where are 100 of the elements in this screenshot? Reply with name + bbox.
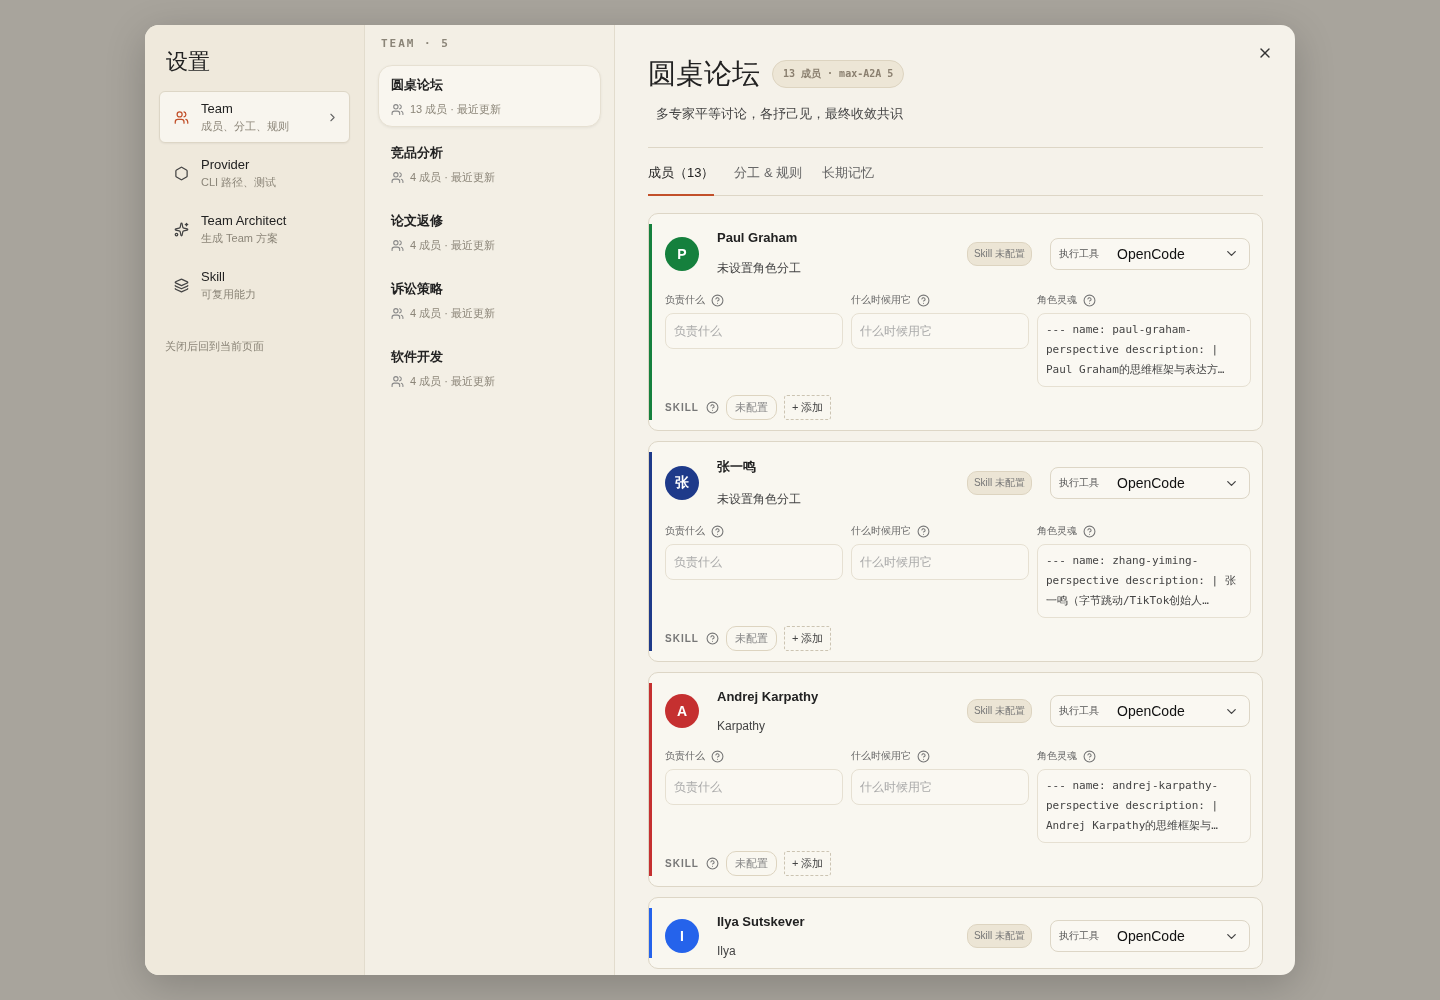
input-field[interactable]: 什么时候用它 [851, 769, 1029, 805]
tab[interactable]: 成员（13） [648, 164, 715, 196]
avatar: I [665, 919, 699, 953]
add-skill-button[interactable]: + 添加 [783, 626, 832, 651]
help-icon[interactable] [917, 524, 930, 538]
skill-label: SKILL [665, 402, 699, 413]
team-meta: 13 成员 · 最近更新 [410, 102, 502, 117]
users-icon [391, 239, 404, 252]
nav-label: Team [201, 100, 234, 116]
settings-title: 设置 [166, 48, 211, 76]
help-icon[interactable] [917, 293, 930, 307]
help-icon[interactable] [917, 749, 930, 763]
field-label: 什么时候用它 [851, 293, 911, 307]
nav-subtitle: 成员、分工、规则 [201, 118, 290, 134]
tab[interactable]: 长期记忆 [822, 164, 875, 196]
roster-entry[interactable]: 软件开发 4 成员 · 最近更新 [378, 337, 601, 399]
input-field[interactable]: 负责什么 [665, 313, 843, 349]
soul-text-field[interactable]: --- name: andrej-karpathy-perspective description: | Andrej Karpathy的思维框架与… [1037, 769, 1251, 843]
field-label: 什么时候用它 [851, 524, 911, 538]
skill-status-badge: Skill 未配置 [966, 471, 1032, 495]
users-icon [174, 109, 189, 125]
soul-text-field[interactable]: --- name: paul-graham-perspective description: | Paul Graham的思维框架与表达方… [1037, 313, 1251, 387]
member-name: Andrej Karpathy [717, 689, 820, 704]
skill-state-tag: 未配置 [725, 395, 777, 420]
field-label: 什么时候用它 [851, 749, 911, 763]
help-icon[interactable] [711, 293, 724, 307]
nav-subtitle: 可复用能力 [201, 286, 257, 302]
nav-label: Provider [201, 156, 251, 172]
skill-state-tag: 未配置 [725, 626, 777, 651]
nav-subtitle: 生成 Team 方案 [201, 230, 279, 246]
team-description: 多专家平等讨论，各抒己见，最终收敛共识 [656, 105, 904, 123]
member-role: Karpathy [717, 719, 767, 733]
field-label: 负责什么 [665, 749, 705, 763]
nav-label: Team Architect [201, 212, 288, 228]
member-role: 未设置角色分工 [717, 260, 802, 277]
sidebar-item[interactable]: Provider CLI 路径、测试 [159, 147, 350, 199]
help-icon[interactable] [711, 749, 724, 763]
users-icon [391, 103, 404, 116]
sidebar-item[interactable]: Team 成员、分工、规则 [159, 91, 350, 143]
users-icon [391, 307, 404, 320]
help-icon[interactable] [1083, 749, 1096, 763]
add-skill-button[interactable]: + 添加 [783, 851, 832, 876]
avatar: P [665, 236, 699, 271]
team-count-heading: TEAM · 5 [381, 37, 451, 50]
skill-state-tag: 未配置 [725, 851, 777, 876]
add-skill-button[interactable]: + 添加 [783, 395, 832, 420]
nav-subtitle: CLI 路径、测试 [201, 174, 278, 190]
help-icon[interactable] [705, 857, 719, 870]
tool-select[interactable]: 执行工具 OpenCode [1050, 467, 1250, 499]
tool-select[interactable]: 执行工具 OpenCode [1050, 920, 1250, 952]
sidebar-footer-note: 关闭后回到当前页面 [165, 339, 265, 354]
team-name: 竞品分析 [391, 144, 444, 162]
skill-status-badge: Skill 未配置 [966, 241, 1032, 266]
member-name: Ilya Sutskever [717, 914, 806, 929]
skill-status-badge: Skill 未配置 [966, 699, 1032, 723]
skill-label: SKILL [665, 858, 699, 869]
team-name: 诉讼策略 [391, 280, 444, 298]
skill-label: SKILL [665, 633, 699, 644]
input-field[interactable]: 负责什么 [665, 544, 843, 580]
avatar: 张 [665, 466, 699, 500]
sparkles-icon [174, 221, 189, 237]
team-title: 圆桌论坛 [648, 56, 760, 92]
help-icon[interactable] [705, 401, 719, 414]
tool-select[interactable]: 执行工具 OpenCode [1050, 237, 1250, 270]
member-role: 未设置角色分工 [717, 491, 802, 508]
team-name: 圆桌论坛 [391, 76, 444, 94]
input-field[interactable]: 负责什么 [665, 769, 843, 805]
team-meta: 4 成员 · 最近更新 [410, 170, 495, 185]
roster-entry[interactable]: 诉讼策略 4 成员 · 最近更新 [378, 269, 601, 331]
field-label: 角色灵魂 [1037, 749, 1077, 763]
help-icon[interactable] [1083, 524, 1096, 538]
soul-text-field[interactable]: --- name: zhang-yiming-perspective description: | 张一鸣（字节跳动/TikTok创始人… [1037, 544, 1251, 618]
tab[interactable]: 分工 & 规则 [734, 164, 803, 196]
roster-entry[interactable]: 论文返修 4 成员 · 最近更新 [378, 201, 601, 263]
team-name: 软件开发 [391, 348, 444, 366]
member-name: Paul Graham [717, 230, 799, 245]
layers-icon [174, 277, 189, 293]
team-meta: 4 成员 · 最近更新 [410, 238, 495, 253]
input-field[interactable]: 什么时候用它 [851, 313, 1029, 349]
users-icon [391, 375, 404, 388]
field-label: 角色灵魂 [1037, 524, 1077, 538]
users-icon [391, 171, 404, 184]
team-meta: 4 成员 · 最近更新 [410, 306, 495, 321]
help-icon[interactable] [711, 524, 724, 538]
field-label: 负责什么 [665, 293, 705, 307]
nav-label: Skill [201, 268, 226, 284]
sidebar-item[interactable]: Skill 可复用能力 [159, 259, 350, 311]
team-name: 论文返修 [391, 212, 444, 230]
field-label: 角色灵魂 [1037, 293, 1077, 307]
team-badge: 13 成员 · max-A2A 5 [772, 60, 905, 88]
skill-status-badge: Skill 未配置 [966, 924, 1032, 948]
field-label: 负责什么 [665, 524, 705, 538]
sidebar-item[interactable]: Team Architect 生成 Team 方案 [159, 203, 350, 255]
roster-entry[interactable]: 竞品分析 4 成员 · 最近更新 [378, 133, 601, 195]
roster-entry[interactable]: 圆桌论坛 13 成员 · 最近更新 [378, 65, 601, 127]
tool-select[interactable]: 执行工具 OpenCode [1050, 695, 1250, 727]
help-icon[interactable] [705, 632, 719, 645]
help-icon[interactable] [1083, 293, 1096, 307]
team-meta: 4 成员 · 最近更新 [410, 374, 495, 389]
input-field[interactable]: 什么时候用它 [851, 544, 1029, 580]
